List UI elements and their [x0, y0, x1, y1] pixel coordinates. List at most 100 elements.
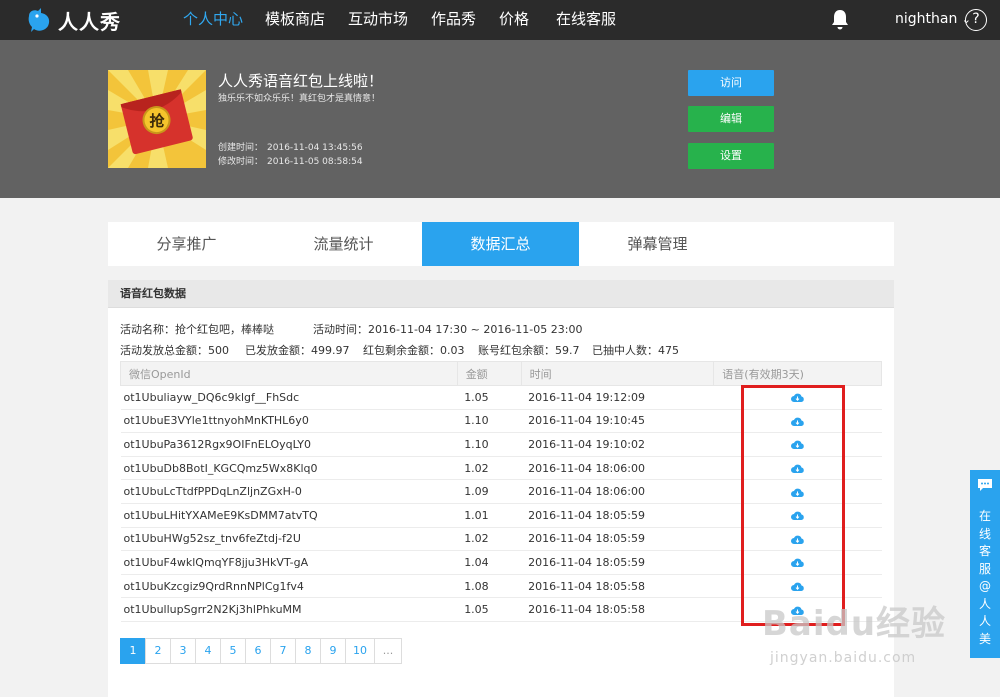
cloud-download-icon[interactable]: [791, 464, 804, 474]
table-row: ot1UbuE3VYle1ttnyohMnKTHL6y0 1.10 2016-11-…: [120, 409, 882, 434]
pagination: 1 2 3 4 5 6 7 8 9 10 ...: [120, 638, 402, 664]
activity-time-label: 活动时间：: [313, 323, 368, 336]
table-row: ot1UbuHWg52sz_tnv6feZtdj-f2U 1.02 2016-11-…: [120, 527, 882, 552]
thumb-character: 抢: [149, 112, 165, 130]
created-time-label: 创建时间：: [218, 143, 264, 153]
redpacket-table: 微信OpenId 金额 时间 语音(有效期3天) ot1Ubuliayw_DQ6…: [120, 361, 882, 622]
cloud-download-icon[interactable]: [791, 582, 804, 592]
cell-time: 2016-11-04 18:05:59: [521, 550, 714, 575]
cell-amount: 1.01: [457, 503, 522, 528]
cell-openid: ot1Ubuliayw_DQ6c9klgf__FhSdc: [120, 385, 458, 410]
stat-value: 59.7: [555, 344, 580, 357]
stat-winner-count: 已抽中人数：475: [592, 342, 679, 358]
page-button-5[interactable]: 5: [220, 638, 246, 664]
page-button-7[interactable]: 7: [270, 638, 296, 664]
user-menu[interactable]: nighthan ⌄: [895, 0, 971, 40]
created-time-value: 2016-11-04 13:45:56: [267, 143, 363, 153]
project-header: 抢 人人秀语音红包上线啦！ 独乐乐不如众乐乐！真红包才是真情意！ 创建时间： 20…: [0, 40, 1000, 198]
nav-item-pricing[interactable]: 价格: [499, 0, 529, 40]
column-header-amount: 金额: [456, 361, 522, 386]
cell-voice: [713, 456, 882, 481]
baidu-watermark: Baidu经验 jingyan.baidu.com: [762, 594, 992, 694]
help-icon[interactable]: ?: [965, 9, 987, 31]
cloud-download-icon[interactable]: [791, 511, 804, 521]
cell-time: 2016-11-04 18:06:00: [521, 479, 714, 504]
cell-amount: 1.10: [457, 409, 522, 434]
activity-name: 活动名称：抢个红包吧，棒棒哒: [120, 321, 274, 337]
cloud-download-icon[interactable]: [791, 535, 804, 544]
page-button-9[interactable]: 9: [320, 638, 346, 664]
cell-time: 2016-11-04 19:10:02: [521, 432, 714, 457]
nav-item-online-support[interactable]: 在线客服: [556, 0, 616, 40]
red-envelope-illustration: 抢: [108, 70, 206, 168]
tab-traffic-stats[interactable]: 流量统计: [265, 222, 422, 266]
page-button-10[interactable]: 10: [345, 638, 375, 664]
stat-total-amount: 活动发放总金额：500: [120, 342, 229, 358]
cell-voice: [713, 503, 882, 528]
panel-title: 语音红包数据: [108, 280, 894, 308]
nav-item-personal-center[interactable]: 个人中心: [183, 0, 243, 40]
visit-button[interactable]: 访问: [688, 70, 774, 96]
tab-data-summary[interactable]: 数据汇总: [422, 222, 579, 266]
stat-label: 活动发放总金额：: [120, 344, 208, 357]
tab-barrage-management[interactable]: 弹幕管理: [579, 222, 736, 266]
column-header-time: 时间: [520, 361, 715, 386]
table-row: ot1UbuDb8BotI_KGCQmz5Wx8Klq0 1.02 2016-11-…: [120, 456, 882, 481]
cell-voice: [713, 385, 882, 410]
page-button-4[interactable]: 4: [195, 638, 221, 664]
cell-openid: ot1UbuDb8BotI_KGCQmz5Wx8Klq0: [120, 456, 458, 481]
activity-name-label: 活动名称：: [120, 323, 175, 336]
cloud-download-icon[interactable]: [791, 558, 804, 568]
cell-time: 2016-11-04 18:06:00: [521, 456, 714, 481]
cloud-download-icon[interactable]: [791, 440, 804, 450]
tab-bar: 分享推广 流量统计 数据汇总 弹幕管理: [108, 222, 894, 266]
cell-amount: 1.08: [457, 574, 522, 599]
tab-share-promotion[interactable]: 分享推广: [108, 222, 265, 266]
stat-label: 账号红包余额：: [478, 344, 555, 357]
stat-value: 500: [208, 344, 229, 357]
cell-voice: [713, 409, 882, 434]
page-button-6[interactable]: 6: [245, 638, 271, 664]
top-nav: 人人秀 个人中心 模板商店 互动市场 作品秀 价格 在线客服 nighthan …: [0, 0, 1000, 40]
settings-button[interactable]: 设置: [688, 143, 774, 169]
cell-voice: [713, 432, 882, 457]
stat-label: 红包剩余金额：: [363, 344, 440, 357]
cloud-download-icon[interactable]: [791, 488, 804, 497]
page-button-3[interactable]: 3: [170, 638, 196, 664]
page-button-1[interactable]: 1: [120, 638, 146, 664]
cell-time: 2016-11-04 18:05:58: [521, 597, 714, 622]
bird-logo-icon: [28, 8, 50, 32]
page-button-2[interactable]: 2: [145, 638, 171, 664]
cell-openid: ot1UbullupSgrr2N2Kj3hlPhkuMM: [120, 597, 458, 622]
nav-item-template-store[interactable]: 模板商店: [265, 0, 325, 40]
project-subtitle: 独乐乐不如众乐乐！真红包才是真情意！: [218, 94, 381, 104]
chat-bubble-icon: [978, 479, 992, 491]
table-row: ot1UbuLcTtdfPPDqLnZljnZGxH-0 1.09 2016-11-…: [120, 479, 882, 504]
cell-openid: ot1UbuLHitYXAMeE9KsDMM7atvTQ: [120, 503, 458, 528]
edit-button[interactable]: 编辑: [688, 106, 774, 132]
cell-time: 2016-11-04 19:12:09: [521, 385, 714, 410]
brand-logo[interactable]: 人人秀: [26, 5, 121, 35]
table-row: ot1Ubuliayw_DQ6c9klgf__FhSdc 1.05 2016-11-…: [120, 385, 882, 410]
nav-item-showcase[interactable]: 作品秀: [431, 0, 476, 40]
column-header-openid: 微信OpenId: [120, 361, 458, 386]
cell-openid: ot1UbuKzcgiz9QrdRnnNPlCg1fv4: [120, 574, 458, 599]
table-row: ot1UbuF4wklQmqYF8jju3HkVT-gA 1.04 2016-11-…: [120, 550, 882, 575]
stat-value: 0.03: [440, 344, 465, 357]
cell-voice: [713, 479, 882, 504]
activity-time-value: 2016-11-04 17:30 ~ 2016-11-05 23:00: [368, 323, 583, 336]
cell-amount: 1.09: [457, 479, 522, 504]
username: nighthan: [895, 11, 958, 27]
cell-openid: ot1UbuLcTtdfPPDqLnZljnZGxH-0: [120, 479, 458, 504]
cloud-download-icon[interactable]: [791, 393, 804, 403]
cell-openid: ot1UbuPa3612Rgx9OIFnELOyqLY0: [120, 432, 458, 457]
project-thumbnail: 抢: [108, 70, 206, 168]
page-ellipsis[interactable]: ...: [374, 638, 402, 664]
cloud-download-icon[interactable]: [791, 417, 804, 426]
cell-time: 2016-11-04 18:05:59: [521, 527, 714, 552]
bell-icon[interactable]: [830, 9, 850, 31]
cell-openid: ot1UbuF4wklQmqYF8jju3HkVT-gA: [120, 550, 458, 575]
cell-amount: 1.02: [457, 527, 522, 552]
nav-item-interactive-market[interactable]: 互动市场: [348, 0, 408, 40]
page-button-8[interactable]: 8: [295, 638, 321, 664]
